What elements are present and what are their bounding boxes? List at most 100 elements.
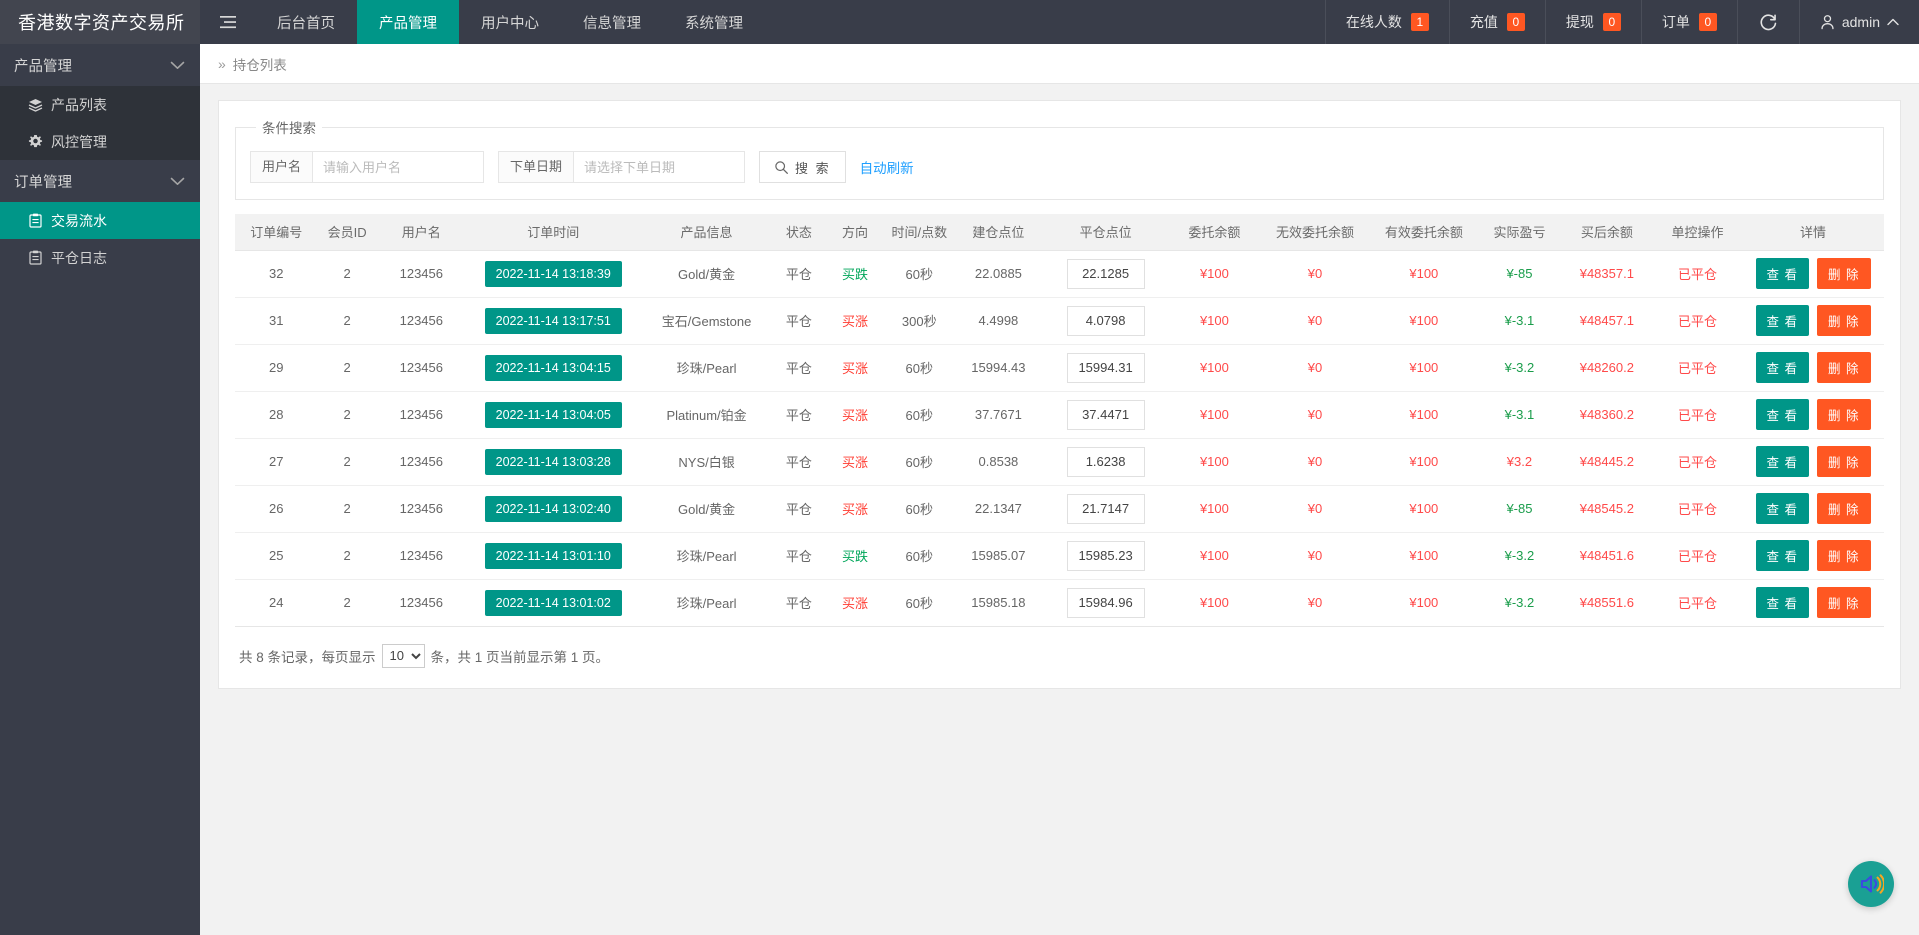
cell-invalid-entrust-balance: ¥0 — [1261, 579, 1370, 626]
close-point-input[interactable] — [1067, 588, 1145, 618]
cell-details[interactable]: 查 看删 除 — [1742, 297, 1884, 344]
nav-item-system-management[interactable]: 系统管理 — [663, 0, 765, 44]
direction-label: 买涨 — [842, 455, 868, 470]
clipboard-icon — [28, 213, 43, 228]
stat-recharge[interactable]: 充值 0 — [1449, 0, 1545, 44]
sidebar-item-product-list[interactable]: 产品列表 — [0, 86, 200, 123]
content-scroll-area: 条件搜索 用户名 下单日期 — [200, 84, 1919, 935]
table-row: 3221234562022-11-14 13:18:39Gold/黄金平仓买跌6… — [235, 250, 1884, 297]
status-badge: 已平仓 — [1678, 361, 1717, 376]
view-button[interactable]: 查 看 — [1756, 493, 1809, 524]
cell-details[interactable]: 查 看删 除 — [1742, 250, 1884, 297]
profit-loss-value: ¥-3.1 — [1505, 313, 1535, 328]
cell-duration: 60秒 — [885, 344, 954, 391]
auto-refresh-link[interactable]: 自动刷新 — [860, 157, 914, 177]
delete-button[interactable]: 删 除 — [1817, 540, 1870, 571]
view-button[interactable]: 查 看 — [1756, 540, 1809, 571]
profit-loss-value: ¥-3.2 — [1505, 595, 1535, 610]
cell-details[interactable]: 查 看删 除 — [1742, 438, 1884, 485]
cell-close-point[interactable] — [1043, 297, 1168, 344]
cell-single-control: 已平仓 — [1653, 250, 1742, 297]
balance-after-value: ¥48445.2 — [1580, 454, 1634, 469]
username-input[interactable] — [312, 151, 484, 183]
close-point-input[interactable] — [1067, 400, 1145, 430]
stat-withdraw[interactable]: 提现 0 — [1545, 0, 1641, 44]
stat-online-users[interactable]: 在线人数 1 — [1325, 0, 1449, 44]
cell-close-point[interactable] — [1043, 391, 1168, 438]
close-point-input[interactable] — [1067, 494, 1145, 524]
valid-entrust-value: ¥100 — [1409, 407, 1438, 422]
cell-actual-profit-loss: ¥-85 — [1478, 250, 1560, 297]
close-point-input[interactable] — [1067, 306, 1145, 336]
close-point-input[interactable] — [1067, 353, 1145, 383]
user-menu[interactable]: admin — [1799, 0, 1919, 44]
cell-details[interactable]: 查 看删 除 — [1742, 485, 1884, 532]
delete-button[interactable]: 删 除 — [1817, 305, 1870, 336]
sidebar-toggle-button[interactable] — [200, 0, 255, 44]
sound-toggle-button[interactable] — [1848, 861, 1894, 907]
cell-balance-after-buy: ¥48457.1 — [1561, 297, 1653, 344]
nav-item-user-center[interactable]: 用户中心 — [459, 0, 561, 44]
view-button[interactable]: 查 看 — [1756, 399, 1809, 430]
nav-item-product-management[interactable]: 产品管理 — [357, 0, 459, 44]
col-product: 产品信息 — [641, 214, 773, 250]
valid-entrust-value: ¥100 — [1409, 548, 1438, 563]
sidebar-item-product-list-label: 产品列表 — [51, 95, 107, 115]
col-username: 用户名 — [377, 214, 466, 250]
status-badge: 已平仓 — [1678, 549, 1717, 564]
cell-duration: 300秒 — [885, 297, 954, 344]
cell-valid-entrust-balance: ¥100 — [1369, 344, 1478, 391]
close-point-input[interactable] — [1067, 541, 1145, 571]
col-open-point: 建仓点位 — [954, 214, 1043, 250]
delete-button[interactable]: 删 除 — [1817, 446, 1870, 477]
cell-close-point[interactable] — [1043, 438, 1168, 485]
close-point-input[interactable] — [1067, 259, 1145, 289]
cell-close-point[interactable] — [1043, 250, 1168, 297]
cell-close-point[interactable] — [1043, 485, 1168, 532]
order-time-chip: 2022-11-14 13:04:05 — [485, 402, 622, 428]
stat-orders[interactable]: 订单 0 — [1641, 0, 1737, 44]
nav-item-info-management[interactable]: 信息管理 — [561, 0, 663, 44]
status-badge: 已平仓 — [1678, 502, 1717, 517]
cell-valid-entrust-balance: ¥100 — [1369, 532, 1478, 579]
search-button[interactable]: 搜 索 — [759, 151, 846, 183]
cell-close-point[interactable] — [1043, 579, 1168, 626]
view-button[interactable]: 查 看 — [1756, 258, 1809, 289]
cell-details[interactable]: 查 看删 除 — [1742, 579, 1884, 626]
sidebar-group-product-management[interactable]: 产品管理 — [0, 44, 200, 86]
sidebar-group-order-management[interactable]: 订单管理 — [0, 160, 200, 202]
cell-details[interactable]: 查 看删 除 — [1742, 344, 1884, 391]
cell-details[interactable]: 查 看删 除 — [1742, 532, 1884, 579]
cell-close-point[interactable] — [1043, 532, 1168, 579]
user-avatar-icon — [1820, 14, 1835, 30]
cell-direction: 买跌 — [825, 532, 884, 579]
cell-details[interactable]: 查 看删 除 — [1742, 391, 1884, 438]
col-balance-after-buy: 买后余额 — [1561, 214, 1653, 250]
cell-status: 平仓 — [773, 532, 826, 579]
view-button[interactable]: 查 看 — [1756, 587, 1809, 618]
view-button[interactable]: 查 看 — [1756, 446, 1809, 477]
status-badge: 已平仓 — [1678, 596, 1717, 611]
refresh-button[interactable] — [1737, 0, 1799, 44]
delete-button[interactable]: 删 除 — [1817, 258, 1870, 289]
nav-item-dashboard[interactable]: 后台首页 — [255, 0, 357, 44]
view-button[interactable]: 查 看 — [1756, 305, 1809, 336]
delete-button[interactable]: 删 除 — [1817, 587, 1870, 618]
sidebar-item-risk-control[interactable]: 风控管理 — [0, 123, 200, 160]
sidebar-item-transaction-flow[interactable]: 交易流水 — [0, 202, 200, 239]
close-point-input[interactable] — [1067, 447, 1145, 477]
sidebar-item-close-position-log[interactable]: 平仓日志 — [0, 239, 200, 276]
speaker-sound-icon — [1858, 872, 1884, 896]
page-size-select[interactable]: 10203050 — [382, 644, 425, 668]
order-time-chip: 2022-11-14 13:03:28 — [485, 449, 622, 475]
direction-label: 买涨 — [842, 408, 868, 423]
cell-entrust-balance: ¥100 — [1168, 297, 1260, 344]
cell-single-control: 已平仓 — [1653, 485, 1742, 532]
delete-button[interactable]: 删 除 — [1817, 399, 1870, 430]
order-date-input[interactable] — [573, 151, 745, 183]
delete-button[interactable]: 删 除 — [1817, 493, 1870, 524]
view-button[interactable]: 查 看 — [1756, 352, 1809, 383]
balance-after-value: ¥48357.1 — [1580, 266, 1634, 281]
delete-button[interactable]: 删 除 — [1817, 352, 1870, 383]
cell-close-point[interactable] — [1043, 344, 1168, 391]
